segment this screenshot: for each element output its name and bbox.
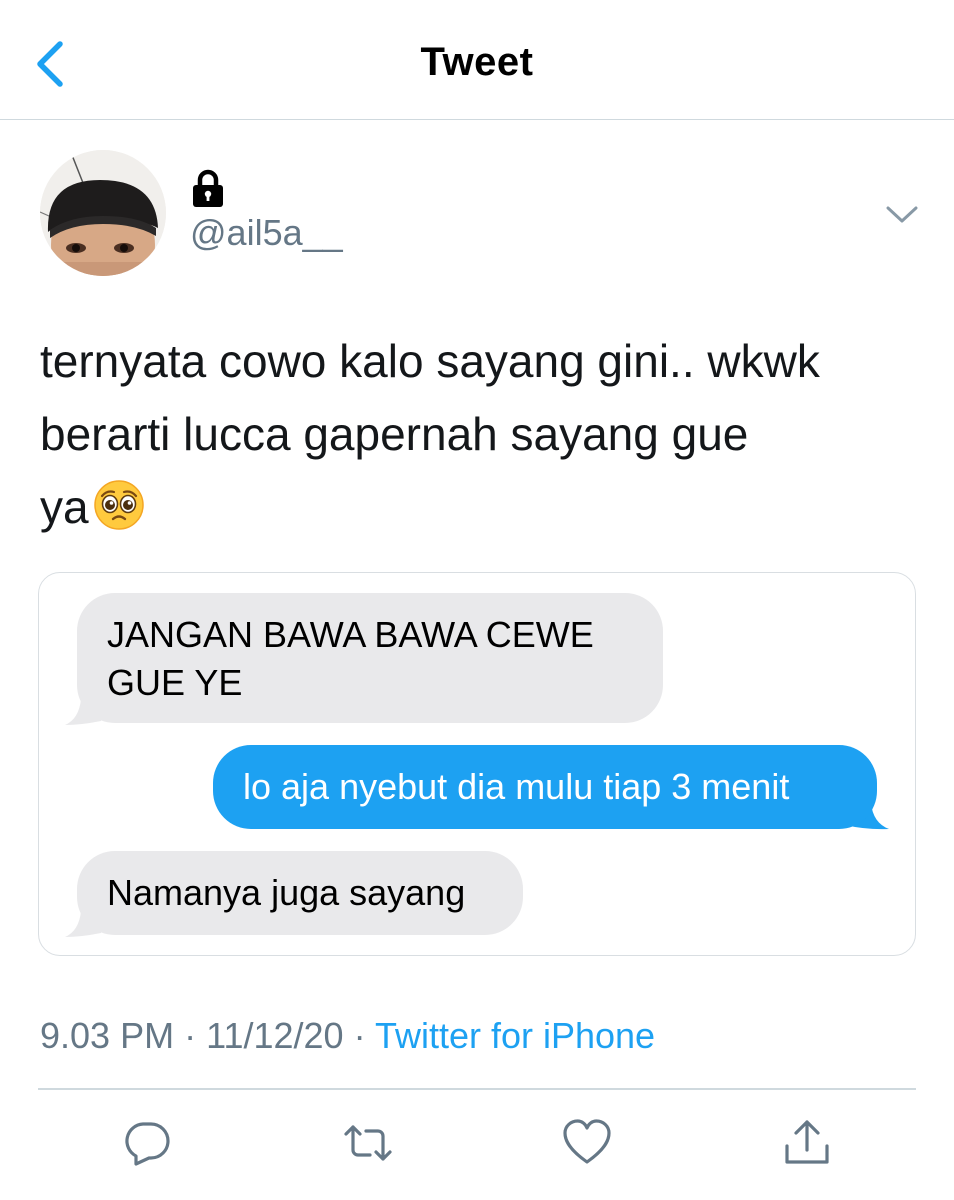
- pleading-face-icon: [93, 480, 144, 530]
- avatar[interactable]: [40, 150, 166, 276]
- share-button[interactable]: [782, 1118, 832, 1168]
- reply-icon: [125, 1122, 170, 1166]
- tweet-text-line: berarti lucca gapernah sayang gue: [40, 408, 749, 460]
- user-handle[interactable]: @ail5a__: [190, 212, 343, 254]
- tweet-text: ternyata cowo kalo sayang gini.. wkwk be…: [40, 325, 920, 544]
- share-icon: [785, 1120, 829, 1164]
- retweet-icon: [344, 1125, 392, 1161]
- tweet-meta: 9.03 PM · 11/12/20 · Twitter for iPhone: [40, 1015, 655, 1057]
- top-bar: Tweet: [0, 0, 954, 120]
- received-message: JANGAN BAWA BAWA CEWE GUE YE: [77, 593, 663, 723]
- tweet-media-image[interactable]: JANGAN BAWA BAWA CEWE GUE YE lo aja nyeb…: [38, 572, 916, 956]
- meta-separator: ·: [184, 1015, 197, 1056]
- lock-icon: [193, 169, 223, 207]
- tweet-date: 11/12/20: [206, 1015, 344, 1056]
- tweet-text-last: ya: [40, 481, 89, 533]
- reply-button[interactable]: [122, 1118, 172, 1168]
- sent-message: lo aja nyebut dia mulu tiap 3 menit: [213, 745, 877, 829]
- tweet-source-link[interactable]: Twitter for iPhone: [375, 1015, 655, 1056]
- received-message: Namanya juga sayang: [77, 851, 523, 935]
- tweet-time: 9.03 PM: [40, 1015, 175, 1056]
- like-button[interactable]: [562, 1118, 612, 1168]
- chevron-down-icon: [886, 206, 918, 223]
- page-title: Tweet: [420, 40, 534, 84]
- like-icon: [563, 1119, 611, 1164]
- retweet-button[interactable]: [343, 1118, 393, 1168]
- divider: [38, 1088, 916, 1090]
- tweet-text-line: ternyata cowo kalo sayang gini.. wkwk: [40, 335, 820, 387]
- meta-separator: ·: [353, 1015, 366, 1056]
- tweet-text-line: ya: [40, 471, 920, 544]
- tweet-menu-button[interactable]: [880, 200, 924, 230]
